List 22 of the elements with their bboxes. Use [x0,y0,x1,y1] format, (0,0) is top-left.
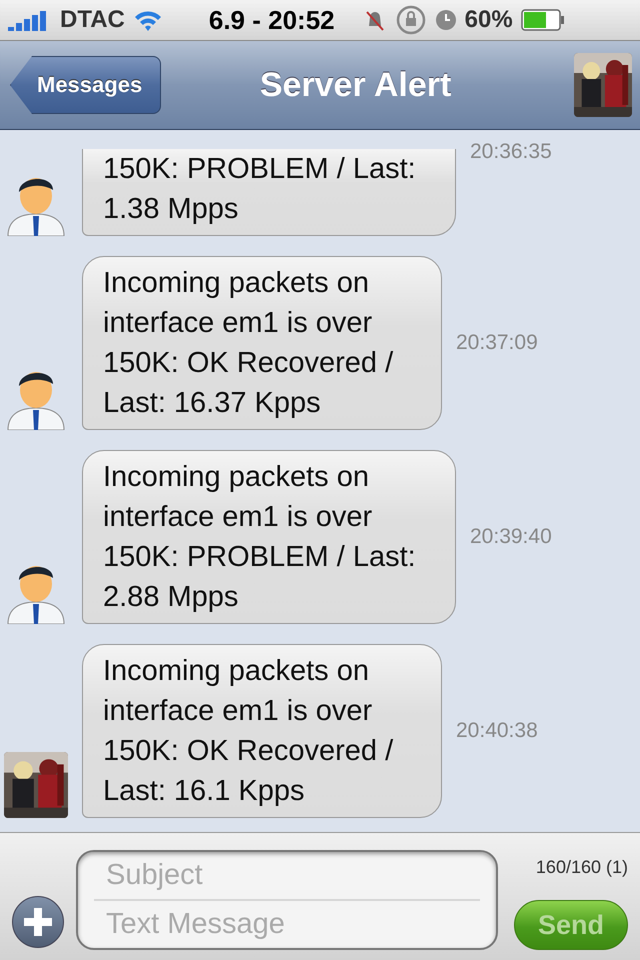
battery-icon [520,9,565,31]
message-bubble: Incoming packets on interface em1 is over 150K: OK Recovered / Last: 16.37 Kpps [82,256,442,430]
back-button[interactable]: Messages [10,56,162,114]
message-time: 20:39:40 [470,525,552,549]
message-time: 20:40:38 [456,719,538,743]
alarm-clock-icon [434,9,457,31]
rotation-lock-icon [394,4,427,36]
message-field[interactable]: Text Message [94,900,480,948]
message-bubble: Incoming packets on interface em1 is over 150K: OK Recovered / Last: 16.1 Kpps [82,644,442,818]
message-time: 20:36:35 [470,140,552,164]
message-time: 20:37:09 [456,331,538,355]
clock-time: 6.9 - 20:52 [208,4,335,36]
message-bubble: Incoming packets on interface em1 is over 150K: PROBLEM / Last: 2.88 Mpps [82,450,456,624]
message-bubble: 150K: PROBLEM / Last: 1.38 Mpps [82,149,456,236]
compose-field[interactable]: Subject Text Message [76,850,498,950]
conversation-title: Server Alert [258,66,452,104]
attach-button[interactable] [12,896,64,948]
character-counter: 160/160 (1) [536,857,628,878]
plus-icon [22,906,54,938]
subject-field[interactable]: Subject [94,852,480,900]
battery-percentage: 60% [464,6,513,34]
carrier-name: DTAC [60,6,125,34]
